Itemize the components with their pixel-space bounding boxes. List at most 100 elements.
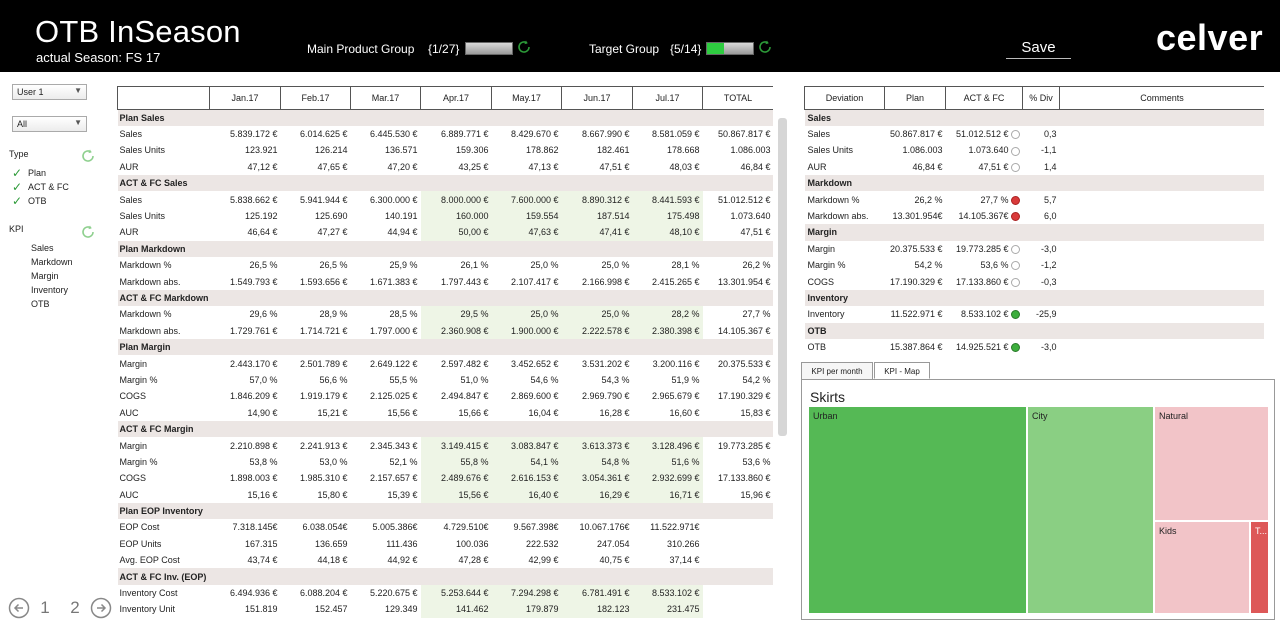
value-cell: 2.107.417 €: [510, 276, 559, 287]
arrow-left-icon[interactable]: [8, 597, 30, 619]
filter-select[interactable]: All ▼: [12, 116, 87, 132]
value-cell[interactable]: 8.533.102 €: [632, 584, 703, 602]
type-item-act-fc[interactable]: ✓ ACT & FC: [12, 180, 69, 194]
value-cell: 17.133.860 €: [717, 473, 771, 484]
value-cell[interactable]: 16,40 €: [491, 486, 562, 503]
value-cell[interactable]: 50,00 €: [420, 224, 492, 241]
value-cell[interactable]: 15,56 €: [420, 486, 492, 503]
section-filler-cell: [1022, 322, 1060, 339]
comment-cell[interactable]: [1060, 306, 1265, 322]
value-cell[interactable]: 2.932.699 €: [632, 470, 703, 487]
value-cell[interactable]: 8.441.593 €: [632, 191, 703, 208]
refresh-type-icon[interactable]: [80, 148, 96, 164]
section-filler-cell: [280, 420, 351, 438]
value-cell[interactable]: 7.600.000 €: [491, 191, 562, 208]
value-cell[interactable]: 25,0 %: [561, 306, 633, 323]
main-product-group-progress[interactable]: [465, 42, 513, 55]
treemap-tile-city[interactable]: City: [1027, 406, 1154, 614]
percent-div-value: 0,3: [1043, 129, 1057, 140]
value-cell[interactable]: 175.498: [632, 207, 703, 225]
page-2[interactable]: 2: [60, 598, 90, 618]
value-cell[interactable]: 6.781.491 €: [561, 584, 633, 602]
deviation-section-row: Margin: [804, 224, 1264, 241]
comment-cell[interactable]: [1060, 273, 1265, 289]
value-cell[interactable]: 3.149.415 €: [420, 437, 492, 454]
section-filler-cell: [1059, 109, 1264, 126]
value-cell[interactable]: 2.360.908 €: [420, 322, 492, 339]
value-cell[interactable]: 16,29 €: [561, 486, 633, 503]
section-filler-cell: [280, 240, 351, 258]
comment-cell[interactable]: [1060, 159, 1265, 175]
value-cell[interactable]: 3.128.496 €: [632, 437, 703, 454]
section-header-row: ACT & FC Margin: [117, 420, 773, 438]
value-cell[interactable]: 159.554: [491, 207, 562, 225]
value-cell[interactable]: 51,6 %: [632, 453, 703, 471]
arrow-right-icon[interactable]: [90, 597, 112, 619]
value-cell[interactable]: 179.879: [491, 601, 562, 618]
refresh-kpi-icon[interactable]: [80, 224, 96, 240]
value-cell[interactable]: 1.900.000 €: [491, 322, 562, 339]
treemap-tile-t[interactable]: T...: [1250, 521, 1269, 614]
value-cell[interactable]: 2.616.153 €: [491, 470, 562, 487]
target-group-progress[interactable]: [706, 42, 754, 55]
value-cell[interactable]: 48,10 €: [632, 224, 703, 241]
value-cell[interactable]: 29,5 %: [420, 306, 492, 323]
table-row: COGS 1.846.209 € 1.919.179 € 2.125.025 € 2.4…: [118, 388, 774, 404]
comment-cell[interactable]: [1060, 241, 1265, 257]
value-cell[interactable]: 231.475: [632, 601, 703, 618]
kpi-item-otb[interactable]: OTB: [31, 299, 50, 309]
value-cell[interactable]: 2.380.398 €: [632, 322, 703, 339]
tab-kpi-per-month[interactable]: KPI per month: [801, 362, 873, 379]
grid-scrollbar[interactable]: [778, 118, 787, 436]
tab-kpi-map[interactable]: KPI - Map: [874, 362, 930, 379]
value-cell[interactable]: 3.054.361 €: [561, 470, 633, 487]
table-row: COGS 1.898.003 € 1.985.310 € 2.157.657 €2.4…: [118, 470, 774, 487]
refresh-main-group-icon[interactable]: [516, 39, 532, 55]
kpi-item-inventory[interactable]: Inventory: [31, 285, 68, 295]
kpi-item-sales[interactable]: Sales: [31, 243, 54, 253]
treemap-tile-urban[interactable]: Urban: [808, 406, 1027, 614]
value-cell[interactable]: 160.000: [420, 207, 492, 225]
value-cell: 3.531.202 €: [581, 358, 630, 369]
type-item-plan[interactable]: ✓ Plan: [12, 166, 46, 180]
value-cell[interactable]: 141.462: [420, 601, 492, 618]
treemap-tile-kids[interactable]: Kids: [1154, 521, 1250, 614]
treemap-tile-natural[interactable]: Natural: [1154, 406, 1269, 521]
value-cell[interactable]: 47,63 €: [491, 224, 562, 241]
user-select[interactable]: User 1 ▼: [12, 84, 87, 100]
type-item-otb[interactable]: ✓ OTB: [12, 194, 47, 208]
section-filler-cell: [632, 568, 703, 585]
value-cell[interactable]: 47,41 €: [561, 224, 633, 241]
comment-cell[interactable]: [1060, 126, 1265, 142]
value-cell[interactable]: 5.253.644 €: [420, 584, 492, 602]
table-row: Markdown % 29,6 % 28,9 % 28,5 % 29,5 % 25,0 %…: [118, 306, 774, 323]
value-cell[interactable]: 7.294.298 €: [491, 584, 562, 602]
value-cell[interactable]: 16,71 €: [632, 486, 703, 503]
comment-cell[interactable]: [1060, 191, 1265, 207]
value-cell[interactable]: 3.083.847 €: [491, 437, 562, 454]
value-cell[interactable]: 55,8 %: [420, 453, 492, 471]
value-cell[interactable]: 182.123: [561, 601, 633, 618]
value-cell[interactable]: 28,2 %: [632, 306, 703, 323]
value-cell[interactable]: 54,8 %: [561, 453, 633, 471]
save-button[interactable]: Save: [1006, 37, 1071, 59]
value-cell[interactable]: 25,0 %: [491, 306, 562, 323]
value-cell[interactable]: 187.514: [561, 207, 633, 225]
refresh-target-group-icon[interactable]: [757, 39, 773, 55]
value-cell[interactable]: 54,1 %: [491, 453, 562, 471]
value-cell[interactable]: 2.222.578 €: [561, 322, 633, 339]
value-cell[interactable]: 8.890.312 €: [561, 191, 633, 208]
page-1[interactable]: 1: [30, 598, 60, 618]
comment-cell[interactable]: [1060, 339, 1265, 355]
value-cell[interactable]: 8.000.000 €: [420, 191, 492, 208]
section-filler-cell: [209, 502, 281, 520]
kpi-item-markdown[interactable]: Markdown: [31, 257, 73, 267]
value-cell[interactable]: 2.489.676 €: [420, 470, 492, 487]
kpi-item-margin[interactable]: Margin: [31, 271, 59, 281]
value-cell: 2.210.898 €: [229, 440, 278, 451]
comment-cell[interactable]: [1060, 257, 1265, 273]
comment-cell[interactable]: [1060, 142, 1265, 158]
comment-cell[interactable]: [1060, 208, 1265, 224]
value-cell[interactable]: 3.613.373 €: [561, 437, 633, 454]
value-cell: [703, 585, 774, 601]
